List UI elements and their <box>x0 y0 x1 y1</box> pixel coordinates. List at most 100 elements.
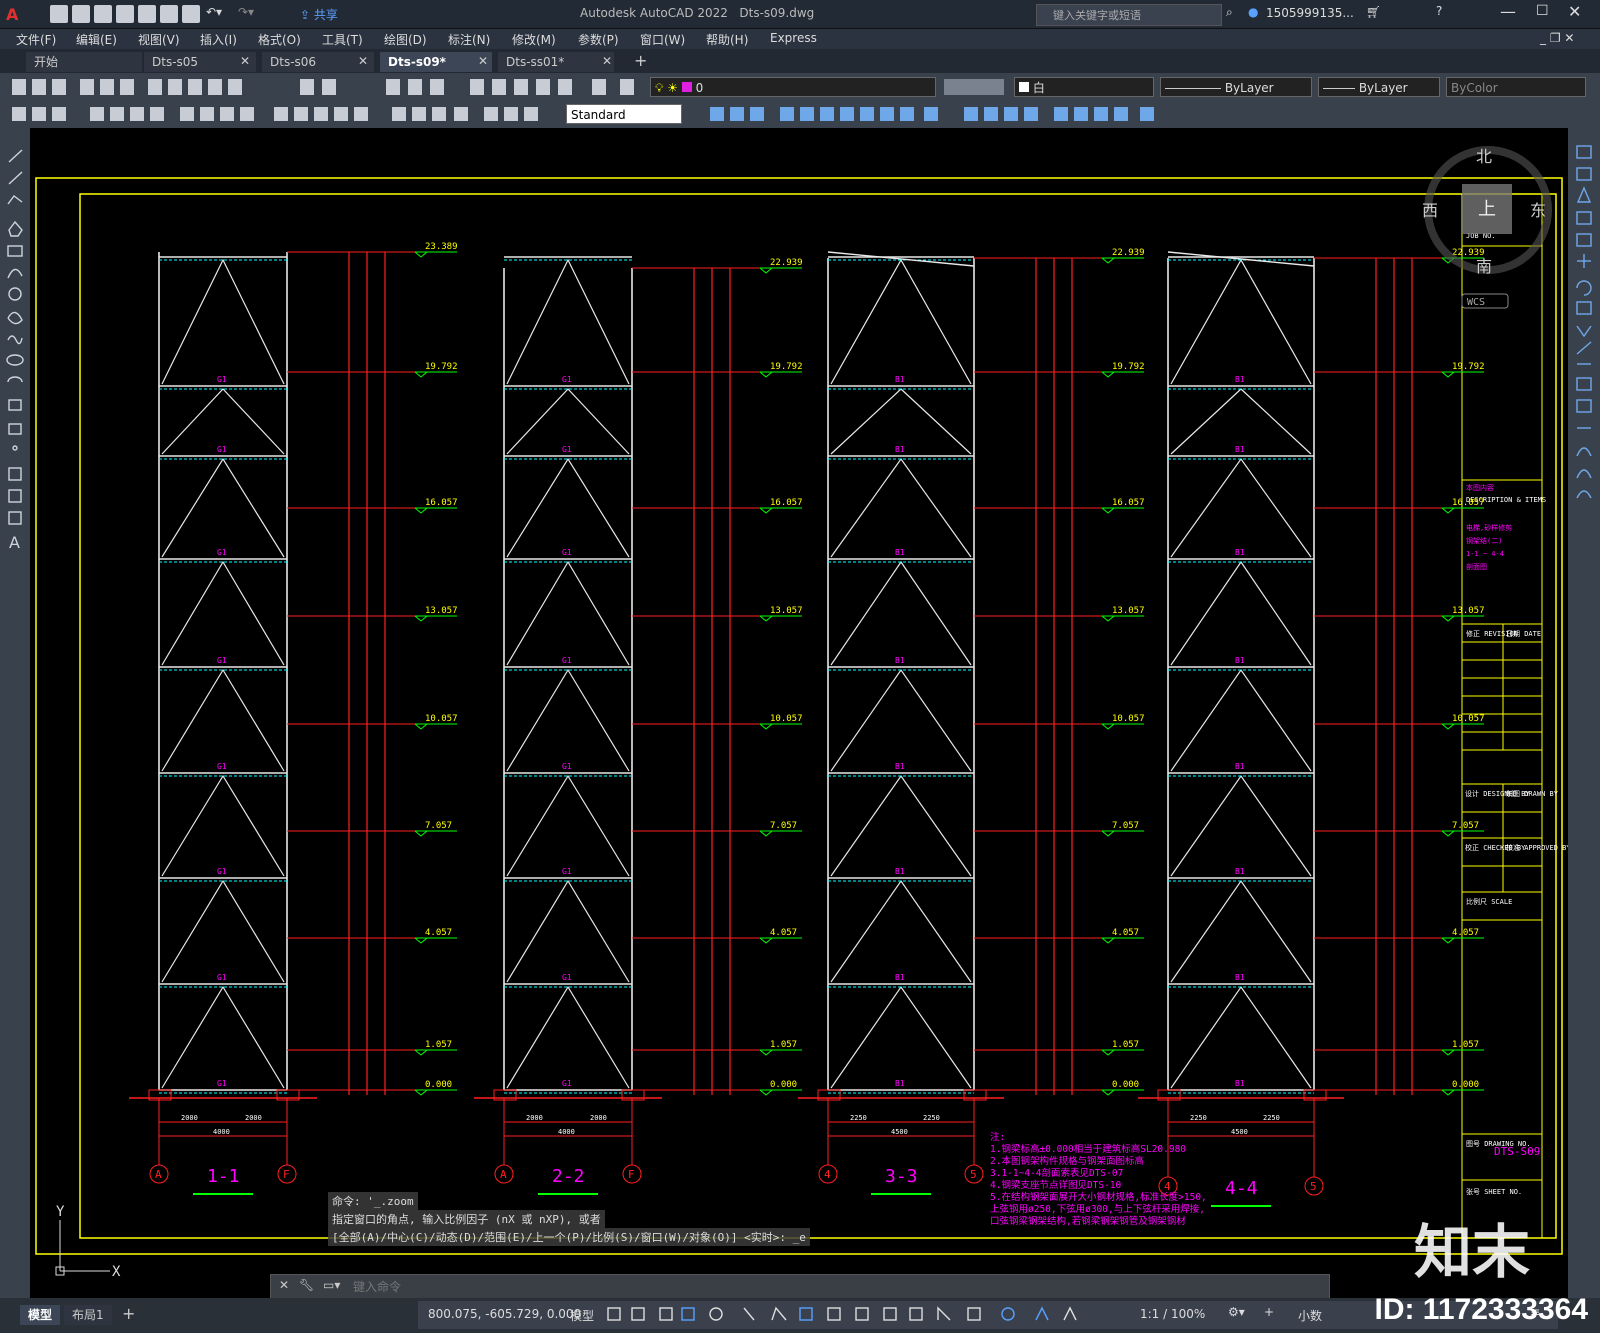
help-icon[interactable]: ? <box>1436 4 1442 18</box>
beam-label: B1 <box>1235 375 1245 384</box>
viewcube[interactable]: 上 北 南 西 东 WCS <box>1422 146 1552 309</box>
dimension-half: 2250 <box>923 1114 940 1122</box>
linetype-dropdown[interactable]: ByLayer <box>1160 77 1312 97</box>
beam-label: B1 <box>1235 445 1245 454</box>
command-prompt-icon[interactable]: ▭▾ <box>323 1278 340 1292</box>
model-space-button[interactable]: 模型 <box>570 1307 594 1324</box>
lineweight-dropdown[interactable]: ByLayer <box>1318 77 1440 97</box>
new-file-icon[interactable] <box>50 5 68 23</box>
document-tabs: 开始 Dts-s05 ✕ Dts-s06 ✕ Dts-s09* ✕ Dts-ss… <box>0 49 1600 73</box>
dimension-half: 2250 <box>850 1114 867 1122</box>
menu-parametric[interactable]: 参数(P) <box>578 31 619 48</box>
menu-window[interactable]: 窗口(W) <box>640 31 685 48</box>
search-icon[interactable]: ⌕ <box>1226 5 1233 20</box>
menu-modify[interactable]: 修改(M) <box>512 31 556 48</box>
autocad-logo-icon[interactable]: A <box>6 5 24 24</box>
add-tab-icon[interactable]: + <box>634 51 647 70</box>
units-label[interactable]: 小数 <box>1298 1307 1322 1324</box>
save-as-icon[interactable] <box>116 5 134 23</box>
command-input[interactable] <box>351 1277 1315 1297</box>
level-value: 4.057 <box>425 928 452 938</box>
close-tab-icon[interactable]: ✕ <box>240 54 250 68</box>
menu-edit[interactable]: 编辑(E) <box>76 31 117 48</box>
menu-tools[interactable]: 工具(T) <box>322 31 363 48</box>
level-marker <box>414 1089 428 1096</box>
close-tab-icon[interactable]: ✕ <box>602 54 612 68</box>
note-line: 口弦钢梁钢架结构,若钢梁钢架钢管及钢架钢材 <box>990 1215 1186 1227</box>
search-box[interactable]: 键入关键字或短语 <box>1036 4 1222 26</box>
text-style-dropdown[interactable]: Standard <box>566 104 682 124</box>
add-layout-icon[interactable]: + <box>122 1304 135 1323</box>
settings-icon[interactable]: ⚙︎▾ <box>1228 1305 1245 1319</box>
dimension-half: 2250 <box>1190 1114 1207 1122</box>
undo-icon[interactable]: ↶▾ <box>206 5 222 19</box>
level-value: 4.057 <box>1452 928 1479 938</box>
user-icon[interactable]: ● <box>1248 5 1258 19</box>
level-marker <box>759 371 773 378</box>
level-marker <box>1441 507 1455 514</box>
level-value: 13.057 <box>1452 606 1485 616</box>
level-marker <box>759 830 773 837</box>
sloped-roof-beam <box>1167 251 1315 267</box>
tab-dts-ss01[interactable]: Dts-ss01* <box>498 52 614 72</box>
menu-insert[interactable]: 插入(I) <box>200 31 237 48</box>
close-icon[interactable]: ✕ <box>1568 2 1581 21</box>
menu-dimension[interactable]: 标注(N) <box>448 31 490 48</box>
publish-icon[interactable] <box>138 5 156 23</box>
watermark-logo: 知末 <box>1413 1218 1530 1286</box>
draw-palette-icons[interactable]: A <box>0 138 30 558</box>
close-command-icon[interactable]: ✕ <box>279 1278 289 1292</box>
menu-express[interactable]: Express <box>770 31 817 45</box>
close-tab-icon[interactable]: ✕ <box>478 54 488 68</box>
note-line: 4.钢梁支座节点详图见DTS-10 <box>990 1179 1122 1191</box>
beam-label: B1 <box>895 445 905 454</box>
customize-icon[interactable]: 🔧︎ <box>299 1278 314 1292</box>
plotstyle-dropdown[interactable]: ByColor <box>1446 77 1586 97</box>
toolbar-icon-strip[interactable] <box>10 77 640 97</box>
tab-model[interactable]: 模型 <box>20 1305 61 1325</box>
plot-icon[interactable] <box>182 5 200 23</box>
level-value: 22.939 <box>770 258 803 268</box>
brace <box>1170 774 1312 877</box>
tab-dts-s09[interactable]: Dts-s09* <box>380 52 492 72</box>
menu-draw[interactable]: 绘图(D) <box>384 31 427 48</box>
menu-format[interactable]: 格式(O) <box>258 31 301 48</box>
redo-icon[interactable]: ↷▾ <box>238 5 254 19</box>
modify-palette-icons[interactable] <box>1568 138 1600 518</box>
maximize-icon[interactable]: ☐ <box>1536 3 1549 19</box>
menu-file[interactable]: 文件(F) <box>16 31 56 48</box>
beam-label: B1 <box>895 762 905 771</box>
section-title: 1-1 <box>207 1166 240 1187</box>
tab-layout1[interactable]: 布局1 <box>64 1305 112 1325</box>
dimension-tools-strip[interactable] <box>10 104 570 126</box>
beam-label: G1 <box>562 375 572 384</box>
restore-icon[interactable]: _ ❐ ✕ <box>1540 31 1574 45</box>
level-marker <box>1101 615 1115 622</box>
file-name: Dts-s09.dwg <box>739 6 815 20</box>
share-button[interactable]: ⇪ 共享 <box>300 6 338 23</box>
export-icon[interactable] <box>160 5 178 23</box>
plus-icon[interactable]: + <box>1264 1305 1274 1319</box>
save-icon[interactable] <box>94 5 112 23</box>
drawing-svg[interactable]: JOB NO. 本图内容 DESCRIPTION & ITEMS 电梯,砂样修剪… <box>0 128 1600 1306</box>
menu-help[interactable]: 帮助(H) <box>706 31 748 48</box>
menu-view[interactable]: 视图(V) <box>138 31 180 48</box>
minimize-icon[interactable]: — <box>1500 2 1516 21</box>
layer-dropdown[interactable]: 💡︎ ☀︎ 0 <box>650 77 936 97</box>
tab-start[interactable]: 开始 <box>26 52 142 72</box>
open-file-icon[interactable] <box>72 5 90 23</box>
color-dropdown[interactable]: 白 <box>1014 77 1154 97</box>
level-value: 10.057 <box>1112 714 1145 724</box>
brace <box>506 258 630 385</box>
cart-icon[interactable]: 🛒︎ <box>1366 5 1381 19</box>
user-name[interactable]: 1505999135... <box>1266 6 1354 20</box>
lineweight-value: ByLayer <box>1358 81 1408 95</box>
dimension-total: 4500 <box>891 1128 908 1136</box>
level-value: 4.057 <box>1112 928 1139 938</box>
annotation-scale[interactable]: 1:1 / 100% <box>1140 1307 1205 1321</box>
drawing-canvas[interactable]: JOB NO. 本图内容 DESCRIPTION & ITEMS 电梯,砂样修剪… <box>0 128 1600 1306</box>
modify-tools-strip[interactable] <box>690 104 1170 126</box>
level-marker <box>759 267 773 274</box>
close-tab-icon[interactable]: ✕ <box>358 54 368 68</box>
level-value: 1.057 <box>1112 1040 1139 1050</box>
